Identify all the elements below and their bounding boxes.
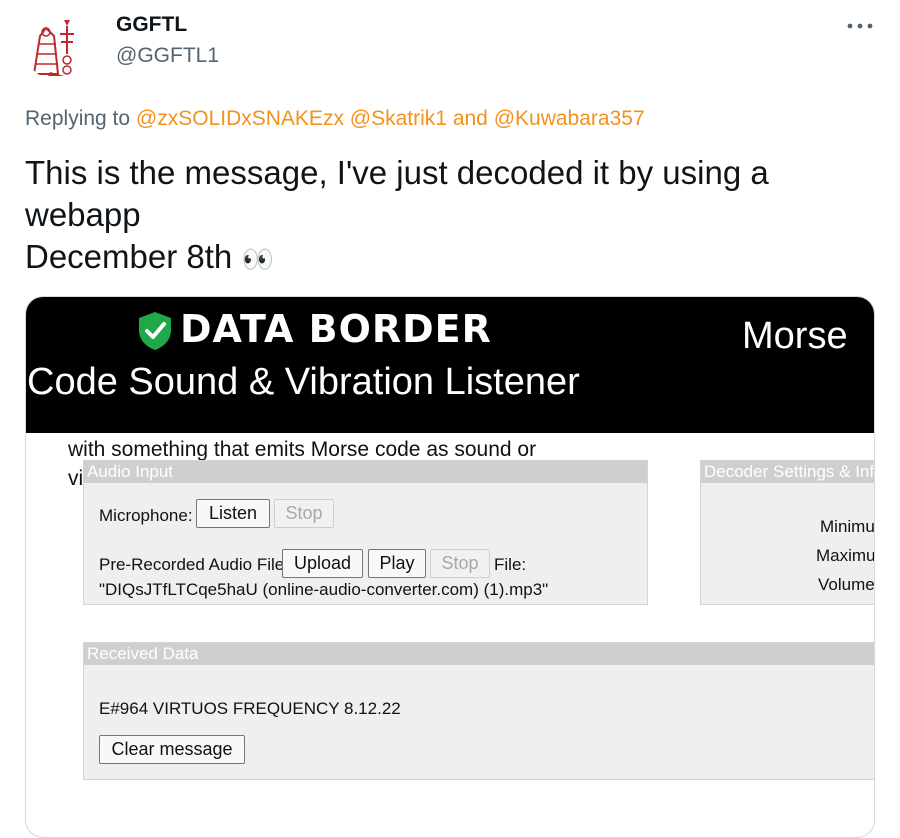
file-label: File: [494, 555, 527, 574]
stop-mic-button[interactable]: Stop [274, 499, 334, 528]
panel-title: Received Data [84, 643, 874, 665]
author-display-name[interactable]: GGFTL [116, 13, 187, 37]
tweet-line: December 8th 👀 [25, 236, 865, 280]
upload-button[interactable]: Upload [282, 549, 363, 578]
app-title-right: Morse [742, 315, 848, 357]
panel-title: Audio Input [84, 461, 647, 483]
minimum-label: Minimu [820, 517, 875, 536]
avatar[interactable] [24, 14, 90, 80]
app-header: DATA BORDER Morse Code Sound & Vibration… [26, 297, 874, 433]
eyes-emoji: 👀 [241, 244, 274, 274]
intro-text: with something that emits Morse code as … [68, 438, 537, 461]
avatar-image [24, 14, 90, 80]
tweet-line: webapp [25, 196, 141, 233]
tweet-line: This is the message, I've just decoded i… [25, 154, 769, 191]
clear-message-button[interactable]: Clear message [99, 735, 245, 764]
intro-fragment: vi [68, 467, 84, 490]
received-message: E#964 VIRTUOS FREQUENCY 8.12.22 [99, 699, 401, 718]
prerecorded-label: Pre-Recorded Audio File [99, 555, 285, 574]
microphone-label: Microphone: [99, 506, 193, 525]
decoder-settings-panel: Decoder Settings & Info Minimu Maximu Vo… [700, 460, 875, 605]
app-subtitle: Code Sound & Vibration Listener [27, 361, 580, 403]
audio-input-panel: Audio Input Microphone: Listen Stop Pre-… [83, 460, 648, 605]
play-button[interactable]: Play [368, 549, 426, 578]
mention-link[interactable]: @Kuwabara357 [494, 107, 645, 130]
stop-file-button[interactable]: Stop [430, 549, 490, 578]
mention-link[interactable]: @zxSOLIDxSNAKEzx [136, 107, 344, 130]
tweet-media-image[interactable]: DATA BORDER Morse Code Sound & Vibration… [25, 296, 875, 838]
volume-label: Volume [818, 575, 875, 594]
panel-title: Decoder Settings & Info [701, 461, 874, 483]
brand-logo-text: DATA BORDER [180, 307, 492, 351]
replying-to: Replying to @zxSOLIDxSNAKEzx @Skatrik1 a… [25, 107, 645, 131]
shield-check-icon [139, 312, 171, 350]
author-handle[interactable]: @GGFTL1 [116, 44, 219, 68]
listen-button[interactable]: Listen [196, 499, 270, 528]
maximum-label: Maximu [816, 546, 875, 565]
more-dots-icon [847, 23, 873, 29]
file-name: "DIQsJTfLTCqe5haU (online-audio-converte… [99, 580, 549, 599]
tweet-text: This is the message, I've just decoded i… [25, 152, 865, 280]
replying-joiner[interactable]: and [453, 107, 488, 130]
mention-link[interactable]: @Skatrik1 [350, 107, 447, 130]
tweet-date-text: December 8th [25, 238, 233, 275]
more-options-button[interactable] [844, 10, 876, 42]
received-data-panel: Received Data E#964 VIRTUOS FREQUENCY 8.… [83, 642, 874, 780]
replying-prefix: Replying to [25, 107, 131, 130]
